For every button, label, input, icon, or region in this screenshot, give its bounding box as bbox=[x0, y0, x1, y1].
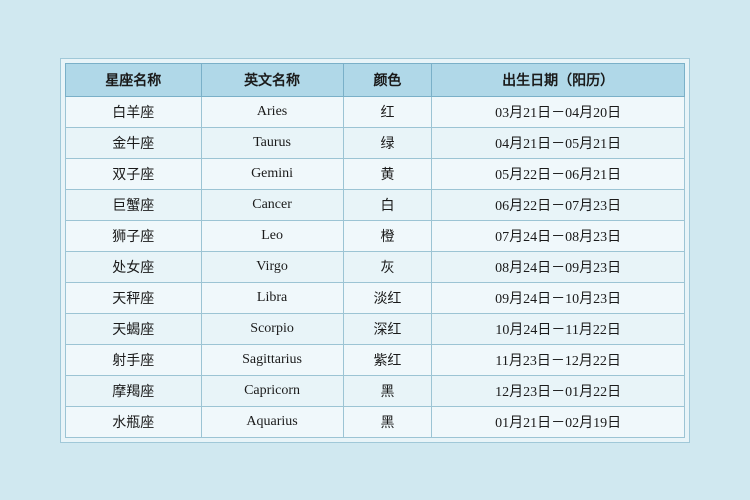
cell-chinese: 巨蟹座 bbox=[66, 189, 202, 220]
table-row: 处女座Virgo灰08月24日－09月23日 bbox=[66, 251, 685, 282]
cell-dates: 06月22日－07月23日 bbox=[432, 189, 685, 220]
cell-english: Leo bbox=[201, 220, 343, 251]
cell-dates: 01月21日－02月19日 bbox=[432, 406, 685, 437]
cell-chinese: 天秤座 bbox=[66, 282, 202, 313]
table-header-row: 星座名称 英文名称 颜色 出生日期（阳历） bbox=[66, 63, 685, 96]
cell-color: 黑 bbox=[343, 406, 432, 437]
cell-english: Taurus bbox=[201, 127, 343, 158]
table-row: 狮子座Leo橙07月24日－08月23日 bbox=[66, 220, 685, 251]
table-row: 天秤座Libra淡红09月24日－10月23日 bbox=[66, 282, 685, 313]
cell-english: Gemini bbox=[201, 158, 343, 189]
cell-english: Cancer bbox=[201, 189, 343, 220]
cell-dates: 05月22日－06月21日 bbox=[432, 158, 685, 189]
cell-dates: 12月23日－01月22日 bbox=[432, 375, 685, 406]
table-row: 射手座Sagittarius紫红11月23日－12月22日 bbox=[66, 344, 685, 375]
cell-color: 橙 bbox=[343, 220, 432, 251]
cell-english: Libra bbox=[201, 282, 343, 313]
cell-chinese: 白羊座 bbox=[66, 96, 202, 127]
cell-chinese: 射手座 bbox=[66, 344, 202, 375]
cell-chinese: 天蝎座 bbox=[66, 313, 202, 344]
table-row: 白羊座Aries红03月21日－04月20日 bbox=[66, 96, 685, 127]
cell-color: 紫红 bbox=[343, 344, 432, 375]
cell-dates: 07月24日－08月23日 bbox=[432, 220, 685, 251]
cell-english: Capricorn bbox=[201, 375, 343, 406]
cell-dates: 09月24日－10月23日 bbox=[432, 282, 685, 313]
header-color: 颜色 bbox=[343, 63, 432, 96]
header-english-name: 英文名称 bbox=[201, 63, 343, 96]
cell-chinese: 狮子座 bbox=[66, 220, 202, 251]
cell-color: 绿 bbox=[343, 127, 432, 158]
header-dates: 出生日期（阳历） bbox=[432, 63, 685, 96]
cell-color: 淡红 bbox=[343, 282, 432, 313]
cell-dates: 11月23日－12月22日 bbox=[432, 344, 685, 375]
cell-chinese: 处女座 bbox=[66, 251, 202, 282]
table-row: 巨蟹座Cancer白06月22日－07月23日 bbox=[66, 189, 685, 220]
cell-dates: 08月24日－09月23日 bbox=[432, 251, 685, 282]
table-row: 双子座Gemini黄05月22日－06月21日 bbox=[66, 158, 685, 189]
cell-color: 黑 bbox=[343, 375, 432, 406]
cell-dates: 04月21日－05月21日 bbox=[432, 127, 685, 158]
cell-english: Aquarius bbox=[201, 406, 343, 437]
cell-color: 灰 bbox=[343, 251, 432, 282]
cell-chinese: 水瓶座 bbox=[66, 406, 202, 437]
table-row: 天蝎座Scorpio深红10月24日－11月22日 bbox=[66, 313, 685, 344]
cell-english: Sagittarius bbox=[201, 344, 343, 375]
table-row: 金牛座Taurus绿04月21日－05月21日 bbox=[66, 127, 685, 158]
cell-english: Aries bbox=[201, 96, 343, 127]
zodiac-table-container: 星座名称 英文名称 颜色 出生日期（阳历） 白羊座Aries红03月21日－04… bbox=[60, 58, 690, 443]
cell-chinese: 金牛座 bbox=[66, 127, 202, 158]
cell-color: 红 bbox=[343, 96, 432, 127]
table-body: 白羊座Aries红03月21日－04月20日金牛座Taurus绿04月21日－0… bbox=[66, 96, 685, 437]
cell-chinese: 双子座 bbox=[66, 158, 202, 189]
cell-dates: 10月24日－11月22日 bbox=[432, 313, 685, 344]
cell-dates: 03月21日－04月20日 bbox=[432, 96, 685, 127]
cell-color: 白 bbox=[343, 189, 432, 220]
cell-english: Scorpio bbox=[201, 313, 343, 344]
zodiac-table: 星座名称 英文名称 颜色 出生日期（阳历） 白羊座Aries红03月21日－04… bbox=[65, 63, 685, 438]
cell-english: Virgo bbox=[201, 251, 343, 282]
table-row: 摩羯座Capricorn黑12月23日－01月22日 bbox=[66, 375, 685, 406]
cell-color: 深红 bbox=[343, 313, 432, 344]
cell-chinese: 摩羯座 bbox=[66, 375, 202, 406]
table-row: 水瓶座Aquarius黑01月21日－02月19日 bbox=[66, 406, 685, 437]
header-chinese-name: 星座名称 bbox=[66, 63, 202, 96]
cell-color: 黄 bbox=[343, 158, 432, 189]
